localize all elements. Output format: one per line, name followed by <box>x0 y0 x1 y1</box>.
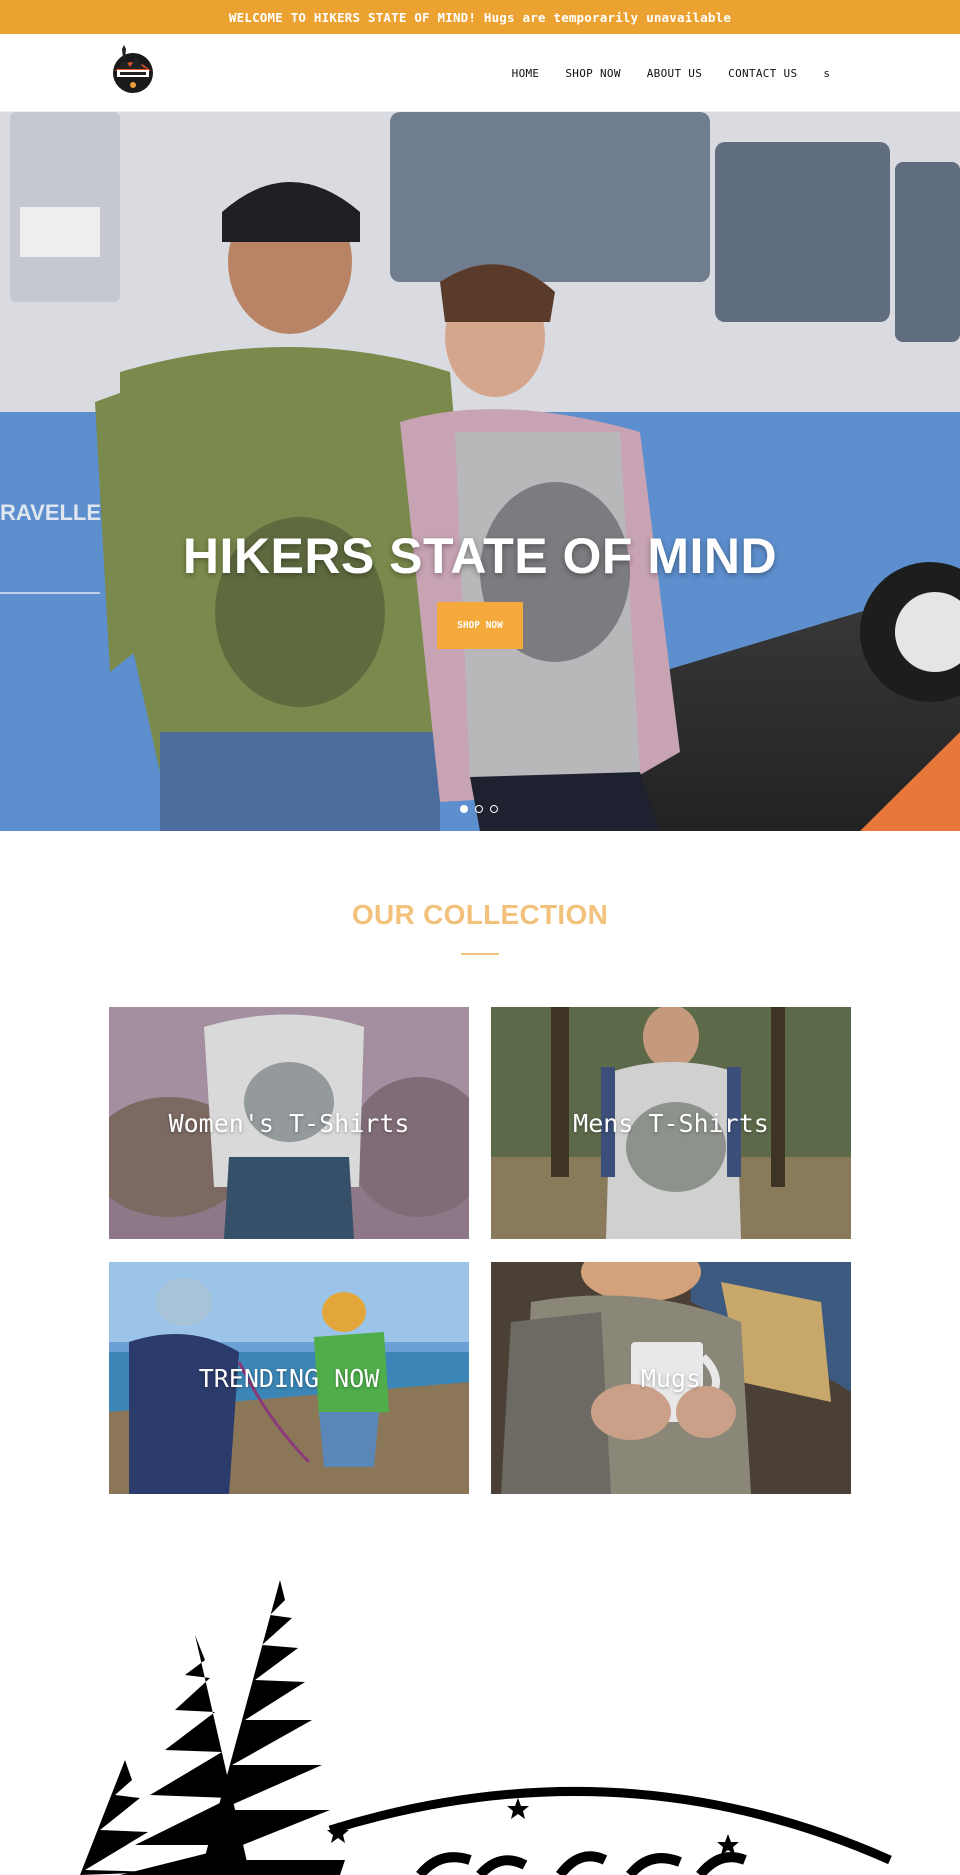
collection-divider <box>461 953 499 955</box>
collection-card-label: TRENDING NOW <box>198 1363 380 1393</box>
collection-card-label: Women's T-Shirts <box>168 1108 410 1138</box>
slider-dot-2[interactable] <box>475 805 483 813</box>
hero-slider: RAVELLE HIKERS STATE OF MIND SHOP NOW <box>0 112 960 831</box>
hero-title: HIKERS STATE OF MIND <box>182 528 778 584</box>
svg-text:RAVELLE: RAVELLE <box>0 500 101 525</box>
collection-card-label: Mens T-Shirts <box>573 1108 769 1138</box>
collection-card-trending-now[interactable]: TRENDING NOW <box>109 1262 469 1494</box>
slider-dot-1[interactable] <box>460 805 468 813</box>
collection-card-label: Mugs <box>640 1363 702 1393</box>
collection-title: OUR COLLECTION <box>351 899 609 930</box>
slider-dot-3[interactable] <box>490 805 498 813</box>
announcement-text: WELCOME TO HIKERS STATE OF MIND! Hugs ar… <box>228 9 732 25</box>
nav-shop-now[interactable]: SHOP NOW <box>565 67 620 80</box>
pine-trees-camping-graphic <box>80 1580 892 1875</box>
hero-image: RAVELLE <box>0 112 960 831</box>
nav-home[interactable]: HOME <box>512 67 540 80</box>
hero-shop-now-button[interactable]: SHOP NOW <box>437 602 523 649</box>
search-icon[interactable]: s <box>823 67 830 80</box>
nav-about-us[interactable]: ABOUT US <box>647 67 702 80</box>
collection-card-womens-tshirts[interactable]: Women's T-Shirts <box>109 1007 469 1239</box>
collection-card-mugs[interactable]: Mugs <box>491 1262 851 1494</box>
collection-card-mens-tshirts[interactable]: Mens T-Shirts <box>491 1007 851 1239</box>
nav-contact-us[interactable]: CONTACT US <box>728 67 797 80</box>
slider-dots <box>460 805 498 813</box>
camping-graphic <box>0 1560 960 1875</box>
hikers-logo[interactable] <box>110 45 156 95</box>
announcement-bar: WELCOME TO HIKERS STATE OF MIND! Hugs ar… <box>0 0 960 34</box>
site-header: HOME SHOP NOW ABOUT US CONTACT US s <box>0 34 960 112</box>
main-nav: HOME SHOP NOW ABOUT US CONTACT US s <box>512 34 830 112</box>
